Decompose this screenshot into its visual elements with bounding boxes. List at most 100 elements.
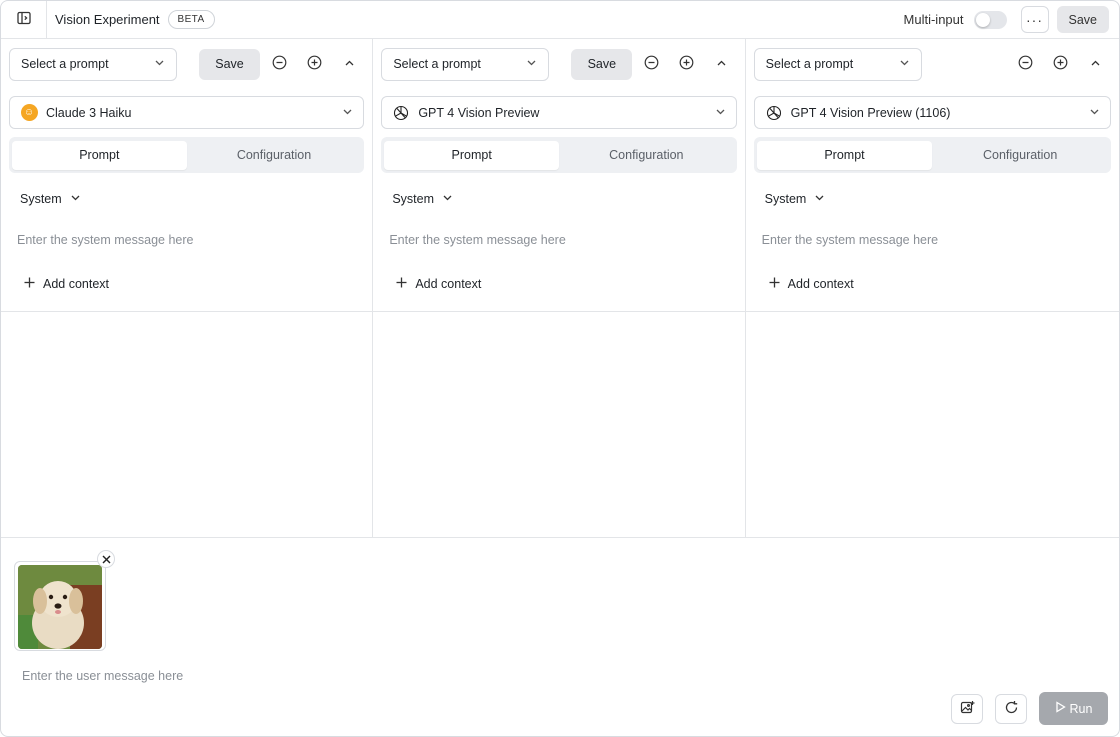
sidebar-toggle-button[interactable] <box>1 1 47 38</box>
tab-prompt[interactable]: Prompt <box>12 140 187 170</box>
user-input-area: Enter the user message here Run <box>1 538 1119 736</box>
chevron-down-icon <box>526 57 537 71</box>
remove-attachment-button[interactable] <box>97 550 115 568</box>
add-context-button[interactable]: Add context <box>24 277 109 291</box>
chevron-up-icon <box>716 57 727 72</box>
model-column-3: Select a prompt GPT 4 Vision Preview (11… <box>745 39 1119 537</box>
model-columns: Select a prompt Save ☺ Claude 3 Haiku Pr… <box>1 39 1119 538</box>
tab-prompt[interactable]: Prompt <box>756 140 933 170</box>
ellipsis-icon: ··· <box>1026 11 1043 28</box>
plus-circle-icon <box>307 55 322 73</box>
column-save-button[interactable]: Save <box>571 48 633 80</box>
model-select[interactable]: ☺ Claude 3 Haiku <box>9 96 365 129</box>
add-context-label: Add context <box>415 277 482 291</box>
model-select[interactable]: GPT 4 Vision Preview (1106) <box>753 96 1111 129</box>
top-bar: Vision Experiment BETA Multi-input ··· S… <box>1 1 1119 39</box>
minus-circle-icon <box>644 55 659 73</box>
system-role-select[interactable]: System <box>392 192 453 206</box>
column-tools <box>268 53 364 75</box>
system-role-select[interactable]: System <box>765 192 826 206</box>
system-message-input[interactable]: Enter the system message here <box>762 233 1092 251</box>
tab-configuration[interactable]: Configuration <box>187 141 362 170</box>
chevron-down-icon <box>814 192 825 206</box>
column-tabs: Prompt Configuration <box>381 137 737 173</box>
openai-icon <box>392 104 410 122</box>
prompt-select-label: Select a prompt <box>21 57 109 71</box>
add-context-button[interactable]: Add context <box>396 277 481 291</box>
plus-circle-icon <box>1053 55 1068 73</box>
system-label: System <box>20 192 62 206</box>
chevron-down-icon <box>715 105 726 120</box>
plus-icon <box>396 277 407 291</box>
model-column-1: Select a prompt Save ☺ Claude 3 Haiku Pr… <box>1 39 374 537</box>
prompt-select[interactable]: Select a prompt <box>381 47 550 81</box>
remove-column-button[interactable] <box>641 53 663 75</box>
sidebar-panel-icon <box>16 11 31 28</box>
multi-input-toggle[interactable] <box>973 10 1007 29</box>
page-title: Vision Experiment <box>55 12 160 27</box>
chevron-up-icon <box>1090 57 1101 72</box>
model-name: GPT 4 Vision Preview (1106) <box>790 105 951 120</box>
add-context-label: Add context <box>43 277 110 291</box>
collapse-button[interactable] <box>711 53 733 75</box>
prompt-select[interactable]: Select a prompt <box>9 47 177 81</box>
remove-column-button[interactable] <box>268 53 290 75</box>
chevron-down-icon <box>70 192 81 206</box>
minus-circle-icon <box>272 55 287 73</box>
add-context-button[interactable]: Add context <box>769 277 854 291</box>
close-icon <box>102 552 111 567</box>
refresh-icon <box>1004 700 1019 718</box>
model-name: Claude 3 Haiku <box>46 105 132 120</box>
chevron-down-icon <box>342 105 353 120</box>
save-all-button[interactable]: Save <box>1056 6 1109 33</box>
remove-column-button[interactable] <box>1015 53 1037 75</box>
system-role-select[interactable]: System <box>20 192 81 206</box>
system-message-input[interactable]: Enter the system message here <box>389 233 719 251</box>
divider <box>1 311 373 312</box>
add-column-button[interactable] <box>303 53 325 75</box>
system-message-input[interactable]: Enter the system message here <box>17 233 347 251</box>
attachment-thumbnail[interactable] <box>14 561 106 651</box>
column-toolbar: Select a prompt Save <box>373 39 744 89</box>
tab-configuration[interactable]: Configuration <box>932 141 1108 170</box>
prompt-select[interactable]: Select a prompt <box>753 47 922 81</box>
play-icon <box>1055 701 1066 716</box>
column-tabs: Prompt Configuration <box>9 137 365 173</box>
more-options-button[interactable]: ··· <box>1020 6 1049 33</box>
model-column-2: Select a prompt Save GPT 4 Vision Previe… <box>373 39 746 537</box>
column-save-button[interactable]: Save <box>199 48 260 80</box>
run-label: Run <box>1069 701 1093 716</box>
system-label: System <box>764 192 807 206</box>
column-tabs: Prompt Configuration <box>753 137 1111 173</box>
run-button[interactable]: Run <box>1039 692 1108 725</box>
add-image-button[interactable] <box>951 693 983 724</box>
divider <box>745 311 1119 312</box>
column-tools <box>1015 53 1111 75</box>
claude-icon: ☺ <box>20 104 38 122</box>
toggle-knob <box>975 12 990 27</box>
plus-icon <box>24 277 35 291</box>
system-label: System <box>392 192 435 206</box>
plus-icon <box>769 277 780 291</box>
tab-prompt[interactable]: Prompt <box>384 140 559 170</box>
plus-circle-icon <box>679 55 694 73</box>
column-toolbar: Select a prompt <box>746 39 1119 89</box>
app-window: Vision Experiment BETA Multi-input ··· S… <box>0 0 1120 737</box>
image-upload-icon <box>960 700 975 718</box>
user-message-input[interactable]: Enter the user message here <box>22 669 522 687</box>
beta-badge: BETA <box>167 10 215 29</box>
collapse-button[interactable] <box>338 53 360 75</box>
reset-button[interactable] <box>995 693 1027 724</box>
add-column-button[interactable] <box>676 53 698 75</box>
add-context-label: Add context <box>787 277 854 291</box>
tab-configuration[interactable]: Configuration <box>559 141 734 170</box>
multi-input-label: Multi-input <box>903 12 964 27</box>
add-column-button[interactable] <box>1050 53 1072 75</box>
model-select[interactable]: GPT 4 Vision Preview <box>381 96 737 129</box>
chevron-down-icon <box>442 192 453 206</box>
column-tools <box>641 53 737 75</box>
minus-circle-icon <box>1018 55 1033 73</box>
chevron-down-icon <box>154 57 165 71</box>
prompt-select-label: Select a prompt <box>393 57 481 71</box>
collapse-button[interactable] <box>1085 53 1107 75</box>
